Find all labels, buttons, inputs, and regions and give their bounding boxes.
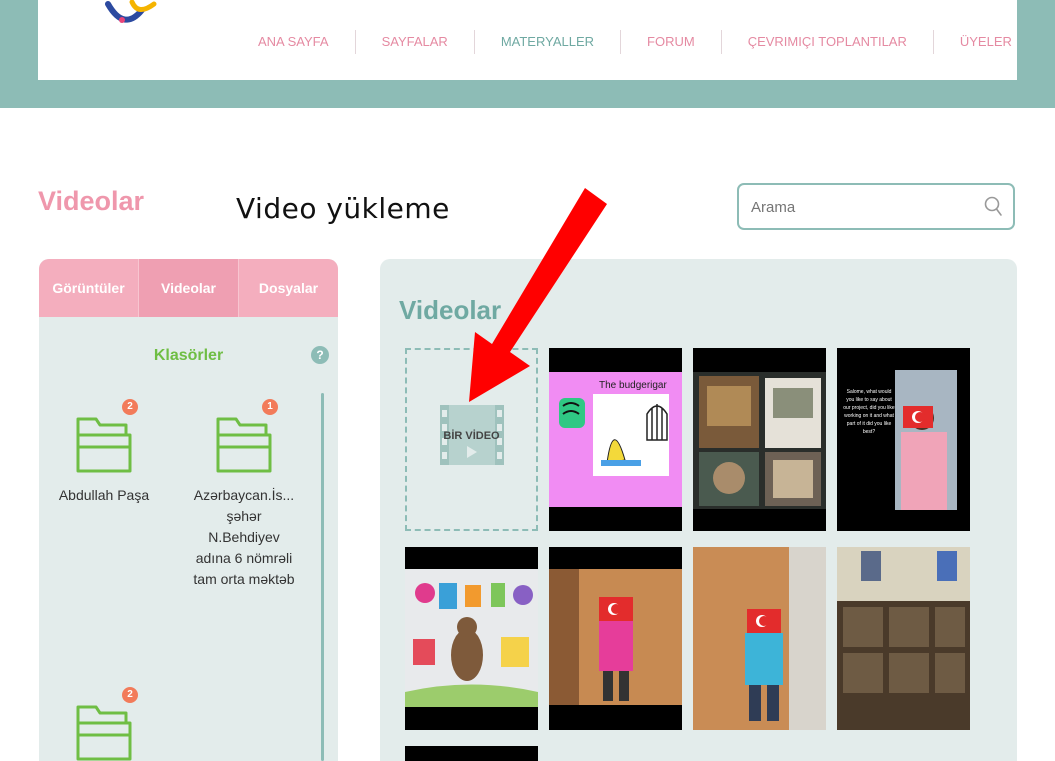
help-icon[interactable]: ? — [311, 346, 329, 364]
search-icon[interactable] — [983, 195, 1003, 217]
folder-label: Azərbaycan.İs... şəhər N.Behdiyev adına … — [193, 487, 295, 587]
folders-heading: Klasörler — [153, 347, 224, 364]
folder-icon — [76, 417, 132, 473]
nav-ana-sayfa[interactable]: ANA SAYFA — [246, 30, 355, 54]
folder-count-badge: 2 — [122, 399, 138, 415]
nav-uyeler[interactable]: ÜYELER — [932, 30, 1038, 54]
main-nav: ANA SAYFA SAYFALAR MATERYALLER FORUM ÇEV… — [246, 30, 1038, 54]
video-thumbnail[interactable] — [405, 746, 538, 761]
upload-label: BİR VİDEO — [443, 430, 500, 442]
nav-cevrimici-toplantilar[interactable]: ÇEVRIMIÇI TOPLANTILAR — [720, 30, 933, 54]
folder-icon — [76, 705, 132, 761]
video-preview-image — [693, 547, 826, 730]
video-preview-image — [837, 547, 970, 730]
upload-video-tile[interactable]: BİR VİDEO — [405, 348, 538, 531]
nav-forum[interactable]: FORUM — [620, 30, 721, 54]
media-tabs: Görüntüler Videolar Dosyalar — [39, 259, 338, 317]
search-input[interactable] — [749, 185, 973, 230]
video-gallery-panel: Videolar BİR VİDEO The budgerigar Salome… — [380, 259, 1017, 761]
video-preview-image — [837, 348, 970, 531]
logo-icon — [105, 0, 157, 23]
video-thumbnail[interactable] — [693, 348, 826, 531]
video-preview-image — [549, 547, 682, 730]
video-thumbnail[interactable] — [405, 547, 538, 730]
video-thumbnail[interactable]: Salome, what would you like to say about… — [837, 348, 970, 531]
video-caption: The budgerigar — [599, 380, 667, 391]
video-preview-image — [405, 547, 538, 730]
folder-label: Abdullah Paşa — [58, 487, 150, 503]
scrollbar[interactable] — [321, 393, 324, 761]
tab-goruntuler[interactable]: Görüntüler — [39, 259, 139, 317]
page-title: Videolar — [38, 186, 145, 216]
video-caption: Salome, what would you like to say about… — [843, 389, 895, 435]
tab-videolar[interactable]: Videolar — [139, 259, 239, 317]
folder-count-badge: 2 — [122, 687, 138, 703]
folder-item[interactable]: 2 — [39, 687, 169, 761]
video-preview-image — [693, 348, 826, 531]
video-thumbnail[interactable] — [693, 547, 826, 730]
folder-item[interactable]: 1 Azərbaycan.İs... şəhər N.Behdiyev adın… — [179, 399, 309, 590]
folder-icon — [216, 417, 272, 473]
video-preview-image — [549, 348, 682, 531]
video-thumbnail[interactable]: The budgerigar — [549, 348, 682, 531]
nav-materyaller[interactable]: MATERYALLER — [473, 30, 620, 54]
header-card: ANA SAYFA SAYFALAR MATERYALLER FORUM ÇEV… — [38, 0, 1017, 80]
folder-item[interactable]: 2 Abdullah Paşa — [39, 399, 169, 506]
gallery-title: Videolar — [399, 295, 502, 325]
search-box — [737, 183, 1015, 230]
video-thumbnail[interactable] — [837, 547, 970, 730]
folders-panel: Görüntüler Videolar Dosyalar Klasörler ?… — [39, 259, 338, 761]
tab-dosyalar[interactable]: Dosyalar — [239, 259, 338, 317]
video-thumbnail[interactable] — [549, 547, 682, 730]
nav-sayfalar[interactable]: SAYFALAR — [354, 30, 474, 54]
annotation-label: Video yükleme — [236, 192, 450, 225]
folder-count-badge: 1 — [262, 399, 278, 415]
